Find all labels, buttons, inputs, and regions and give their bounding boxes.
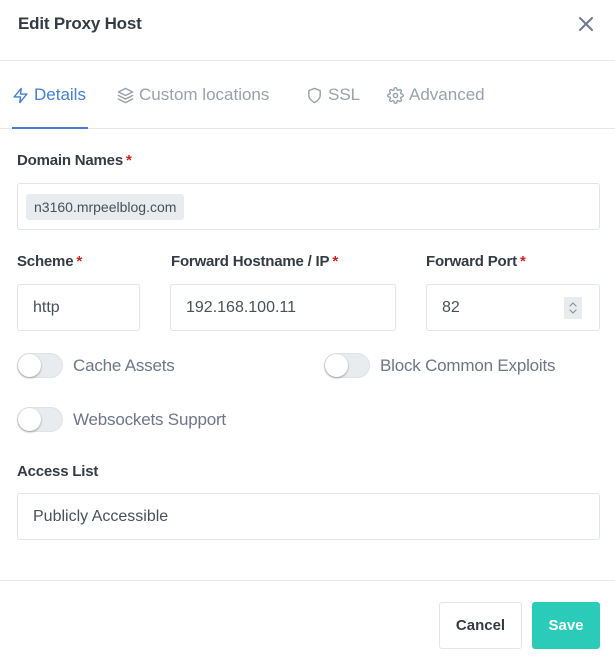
label-text: Forward Hostname / IP bbox=[171, 253, 330, 270]
required-marker: * bbox=[332, 253, 338, 270]
modal-header: Edit Proxy Host bbox=[0, 0, 615, 61]
cancel-button[interactable]: Cancel bbox=[439, 602, 522, 649]
domain-chip[interactable]: n3160.mrpeelblog.com bbox=[26, 193, 185, 220]
stepper-arrows-icon bbox=[569, 302, 577, 314]
tab-custom-locations[interactable]: Custom locations bbox=[117, 83, 269, 107]
toggle-knob bbox=[18, 408, 41, 431]
websockets-support-toggle[interactable]: Websockets Support bbox=[17, 407, 226, 432]
modal-title: Edit Proxy Host bbox=[18, 14, 142, 33]
port-stepper[interactable] bbox=[564, 297, 582, 319]
forward-hostname-value: 192.168.100.11 bbox=[186, 298, 297, 316]
toggle-label: Cache Assets bbox=[73, 355, 175, 375]
required-marker: * bbox=[125, 152, 132, 169]
save-button[interactable]: Save bbox=[532, 602, 600, 649]
scheme-select[interactable]: http bbox=[17, 284, 140, 331]
block-common-exploits-toggle[interactable]: Block Common Exploits bbox=[324, 353, 556, 378]
scheme-value: http bbox=[33, 298, 60, 316]
access-list-select[interactable]: Publicly Accessible bbox=[17, 493, 600, 540]
domain-names-label: Domain Names * bbox=[17, 152, 132, 169]
toggle-switch[interactable] bbox=[17, 407, 63, 432]
tab-label: SSL bbox=[328, 85, 361, 104]
tab-details[interactable]: Details bbox=[12, 83, 86, 107]
required-marker: * bbox=[519, 253, 526, 270]
modal-footer: Cancel Save bbox=[0, 580, 615, 664]
edit-proxy-host-modal: Edit Proxy Host Details Custom locations bbox=[0, 0, 615, 664]
label-text: Scheme bbox=[17, 253, 74, 270]
toggle-switch[interactable] bbox=[324, 353, 370, 378]
required-marker: * bbox=[76, 253, 82, 270]
label-text: Domain Names bbox=[17, 152, 123, 169]
toggle-switch[interactable] bbox=[17, 353, 63, 378]
access-list-value: Publicly Accessible bbox=[33, 507, 169, 525]
forward-port-label: Forward Port * bbox=[426, 253, 526, 270]
tab-advanced[interactable]: Advanced bbox=[387, 83, 485, 107]
forward-port-value: 82 bbox=[442, 298, 460, 316]
tab-label: Details bbox=[34, 85, 86, 104]
close-icon bbox=[579, 17, 593, 31]
gear-icon bbox=[387, 86, 404, 104]
tab-ssl[interactable]: SSL bbox=[306, 83, 360, 107]
toggle-label: Websockets Support bbox=[73, 409, 226, 429]
toggle-label: Block Common Exploits bbox=[380, 355, 556, 375]
tab-label: Custom locations bbox=[139, 85, 270, 104]
access-list-label: Access List bbox=[17, 463, 99, 480]
domain-names-input[interactable]: n3160.mrpeelblog.com bbox=[17, 183, 600, 230]
tab-bar: Details Custom locations SSL Advanced bbox=[0, 61, 615, 129]
scheme-label: Scheme * bbox=[17, 253, 82, 270]
label-text: Forward Port bbox=[426, 253, 517, 270]
active-tab-indicator bbox=[12, 127, 88, 129]
forward-hostname-input[interactable]: 192.168.100.11 bbox=[170, 284, 396, 331]
shield-icon bbox=[308, 87, 321, 103]
toggle-knob bbox=[325, 354, 348, 377]
close-button[interactable] bbox=[576, 14, 596, 34]
toggle-knob bbox=[18, 354, 41, 377]
forward-port-input[interactable]: 82 bbox=[426, 284, 600, 331]
layers-icon bbox=[117, 87, 134, 103]
tab-label: Advanced bbox=[409, 85, 485, 104]
cache-assets-toggle[interactable]: Cache Assets bbox=[17, 353, 175, 378]
forward-hostname-label: Forward Hostname / IP * bbox=[171, 253, 338, 270]
zap-icon bbox=[13, 87, 28, 103]
